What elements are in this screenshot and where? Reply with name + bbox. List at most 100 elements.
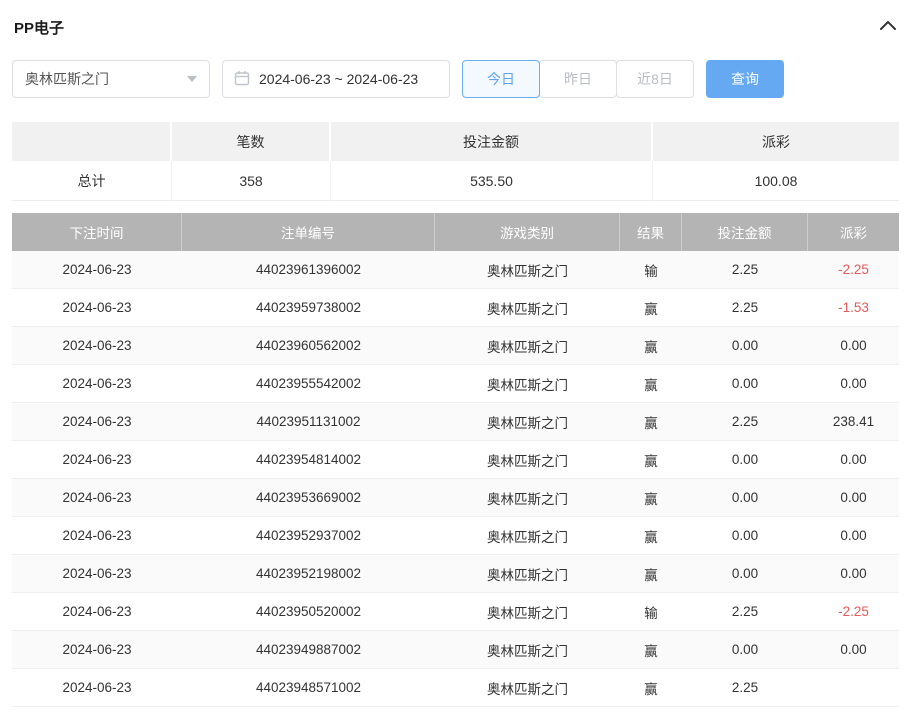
collapse-panel-button[interactable] [879, 18, 897, 36]
pp-games-panel: PP电子 奥林匹斯之门 2024-06-23 ~ 2 [0, 0, 911, 719]
yesterday-button[interactable]: 昨日 [539, 60, 617, 98]
cell-payout: 0.00 [808, 517, 899, 555]
cell-payout: 0.00 [808, 479, 899, 517]
cell-bet-number: 44023948571002 [182, 669, 435, 707]
summary-header-row: 笔数 投注金额 派彩 [12, 122, 899, 161]
cell-game-category: 奥林匹斯之门 [435, 555, 620, 593]
cell-bet-number: 44023951131002 [182, 403, 435, 441]
cell-result: 赢 [620, 517, 682, 555]
cell-bet-time: 2024-06-23 [12, 517, 182, 555]
panel-title: PP电子 [14, 17, 64, 38]
cell-bet-time: 2024-06-23 [12, 631, 182, 669]
chevron-down-icon [187, 76, 197, 82]
game-select[interactable]: 奥林匹斯之门 [12, 60, 210, 98]
col-header-result: 结果 [620, 213, 682, 251]
summary-total-row: 总计 358 535.50 100.08 [12, 161, 899, 201]
cell-bet-number: 44023953669002 [182, 479, 435, 517]
cell-game-category: 奥林匹斯之门 [435, 403, 620, 441]
cell-result: 输 [620, 251, 682, 289]
bet-table-body: 2024-06-23 44023961396002 奥林匹斯之门 输 2.25 … [12, 251, 899, 707]
cell-game-category: 奥林匹斯之门 [435, 289, 620, 327]
cell-bet-number: 44023955542002 [182, 365, 435, 403]
table-row: 2024-06-23 44023955542002 奥林匹斯之门 赢 0.00 … [12, 365, 899, 403]
summary-total-count: 358 [172, 161, 331, 201]
table-row: 2024-06-23 44023951131002 奥林匹斯之门 赢 2.25 … [12, 403, 899, 441]
cell-game-category: 奥林匹斯之门 [435, 517, 620, 555]
col-header-game-category: 游戏类别 [435, 213, 620, 251]
cell-payout: 0.00 [808, 555, 899, 593]
cell-bet-amount: 0.00 [682, 327, 808, 365]
cell-game-category: 奥林匹斯之门 [435, 669, 620, 707]
cell-result: 赢 [620, 403, 682, 441]
cell-game-category: 奥林匹斯之门 [435, 251, 620, 289]
cell-result: 赢 [620, 479, 682, 517]
cell-bet-amount: 0.00 [682, 479, 808, 517]
table-row: 2024-06-23 44023952937002 奥林匹斯之门 赢 0.00 … [12, 517, 899, 555]
table-row: 2024-06-23 44023959738002 奥林匹斯之门 赢 2.25 … [12, 289, 899, 327]
cell-bet-time: 2024-06-23 [12, 403, 182, 441]
cell-game-category: 奥林匹斯之门 [435, 631, 620, 669]
cell-result: 赢 [620, 289, 682, 327]
cell-bet-amount: 2.25 [682, 289, 808, 327]
cell-bet-amount: 2.25 [682, 593, 808, 631]
cell-bet-number: 44023952937002 [182, 517, 435, 555]
table-row: 2024-06-23 44023949887002 奥林匹斯之门 赢 0.00 … [12, 631, 899, 669]
game-select-value: 奥林匹斯之门 [25, 69, 109, 89]
cell-payout: 0.00 [808, 365, 899, 403]
cell-bet-number: 44023960562002 [182, 327, 435, 365]
cell-result: 赢 [620, 365, 682, 403]
cell-bet-amount: 0.00 [682, 555, 808, 593]
col-header-bet-time: 下注时间 [12, 213, 182, 251]
cell-bet-number: 44023952198002 [182, 555, 435, 593]
calendar-icon [234, 70, 250, 89]
bet-table-header: 下注时间 注单编号 游戏类别 结果 投注金额 派彩 [12, 213, 899, 251]
cell-bet-time: 2024-06-23 [12, 593, 182, 631]
cell-bet-amount: 2.25 [682, 403, 808, 441]
summary-total-label: 总计 [12, 161, 172, 201]
cell-payout [808, 669, 899, 707]
table-row: 2024-06-23 44023950520002 奥林匹斯之门 输 2.25 … [12, 593, 899, 631]
summary-header-count: 笔数 [172, 122, 331, 161]
cell-result: 输 [620, 593, 682, 631]
summary-table: 笔数 投注金额 派彩 总计 358 535.50 100.08 [12, 122, 899, 201]
cell-game-category: 奥林匹斯之门 [435, 479, 620, 517]
cell-bet-time: 2024-06-23 [12, 365, 182, 403]
cell-game-category: 奥林匹斯之门 [435, 327, 620, 365]
bet-records-table: 下注时间 注单编号 游戏类别 结果 投注金额 派彩 2024-06-23 440… [12, 213, 899, 707]
cell-bet-time: 2024-06-23 [12, 251, 182, 289]
summary-header-bet-amount: 投注金额 [331, 122, 653, 161]
query-button[interactable]: 查询 [706, 60, 784, 98]
cell-payout: -1.53 [808, 289, 899, 327]
cell-game-category: 奥林匹斯之门 [435, 365, 620, 403]
cell-bet-number: 44023950520002 [182, 593, 435, 631]
table-row: 2024-06-23 44023961396002 奥林匹斯之门 输 2.25 … [12, 251, 899, 289]
cell-bet-time: 2024-06-23 [12, 555, 182, 593]
date-range-value: 2024-06-23 ~ 2024-06-23 [259, 71, 418, 87]
cell-result: 赢 [620, 669, 682, 707]
col-header-bet-number: 注单编号 [182, 213, 435, 251]
summary-total-payout: 100.08 [653, 161, 899, 201]
cell-bet-amount: 0.00 [682, 517, 808, 555]
table-row: 2024-06-23 44023952198002 奥林匹斯之门 赢 0.00 … [12, 555, 899, 593]
cell-payout: 0.00 [808, 631, 899, 669]
table-row: 2024-06-23 44023960562002 奥林匹斯之门 赢 0.00 … [12, 327, 899, 365]
chevron-up-icon [879, 18, 897, 36]
cell-bet-amount: 0.00 [682, 441, 808, 479]
col-header-payout: 派彩 [808, 213, 899, 251]
cell-result: 赢 [620, 327, 682, 365]
today-button[interactable]: 今日 [462, 60, 540, 98]
cell-bet-time: 2024-06-23 [12, 479, 182, 517]
cell-bet-time: 2024-06-23 [12, 289, 182, 327]
cell-bet-number: 44023954814002 [182, 441, 435, 479]
cell-payout: 0.00 [808, 327, 899, 365]
last-8-days-button[interactable]: 近8日 [616, 60, 694, 98]
cell-bet-number: 44023949887002 [182, 631, 435, 669]
cell-bet-amount: 0.00 [682, 631, 808, 669]
cell-bet-time: 2024-06-23 [12, 441, 182, 479]
cell-bet-amount: 2.25 [682, 251, 808, 289]
cell-game-category: 奥林匹斯之门 [435, 441, 620, 479]
panel-header: PP电子 [12, 12, 899, 42]
cell-result: 赢 [620, 441, 682, 479]
date-range-input[interactable]: 2024-06-23 ~ 2024-06-23 [222, 60, 450, 98]
cell-payout: -2.25 [808, 593, 899, 631]
